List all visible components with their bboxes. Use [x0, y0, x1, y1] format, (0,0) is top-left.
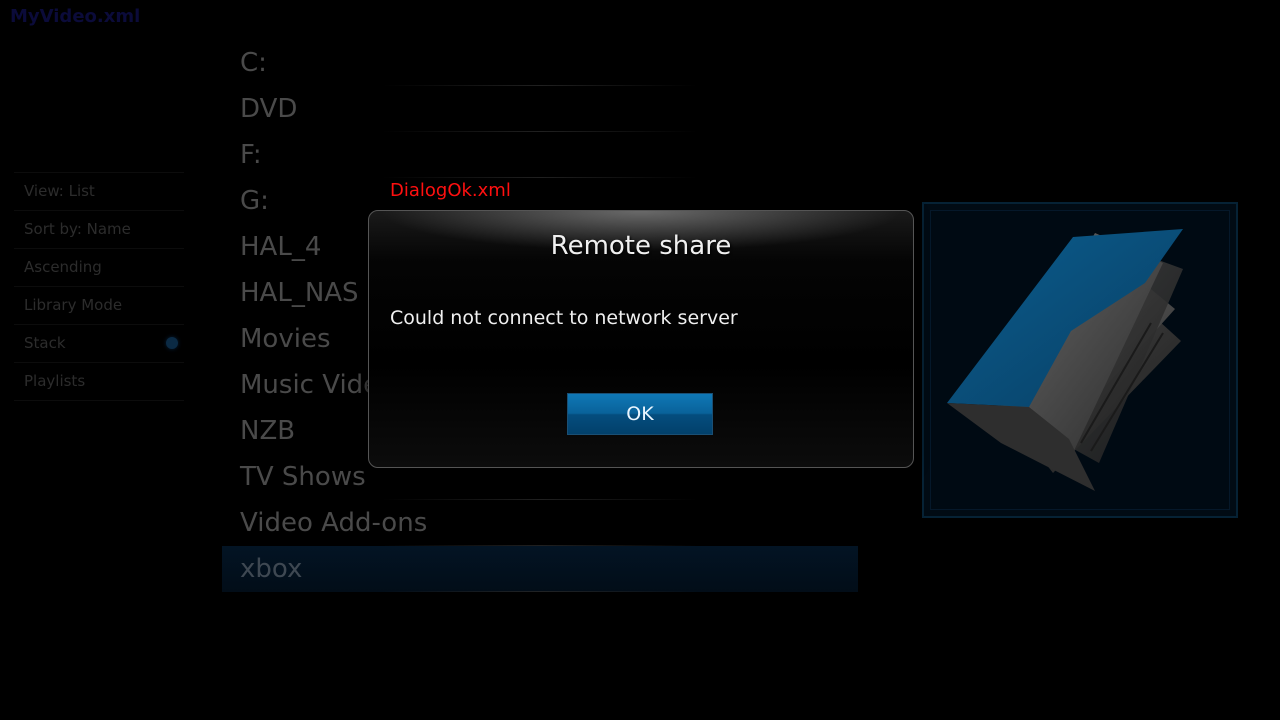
option-playlists[interactable]: Playlists	[14, 363, 184, 401]
list-item[interactable]: C:	[222, 40, 858, 86]
list-item[interactable]: F:	[222, 132, 858, 178]
dialog-ok: Remote share Could not connect to networ…	[368, 210, 914, 468]
option-sort-order[interactable]: Ascending	[14, 249, 184, 287]
thumbnail-frame	[922, 202, 1238, 518]
option-library-mode[interactable]: Library Mode	[14, 287, 184, 325]
dialog-xml-label: DialogOk.xml	[390, 180, 511, 201]
list-item-selected[interactable]: xbox	[222, 546, 858, 592]
dialog-title: Remote share	[550, 231, 732, 261]
stack-toggle-icon[interactable]	[166, 337, 178, 349]
options-menu: View: List Sort by: Name Ascending Libra…	[14, 172, 184, 401]
list-item[interactable]: DVD	[222, 86, 858, 132]
list-item[interactable]: Video Add-ons	[222, 500, 858, 546]
option-sort-by[interactable]: Sort by: Name	[14, 211, 184, 249]
option-stack-label: Stack	[24, 334, 66, 352]
window-label: MyVideo.xml	[10, 6, 141, 27]
option-view[interactable]: View: List	[14, 172, 184, 211]
ok-button[interactable]: OK	[567, 393, 713, 435]
thumbnail-inner	[930, 210, 1230, 510]
folder-icon	[947, 229, 1183, 491]
screen: MyVideo.xml View: List Sort by: Name Asc…	[0, 0, 1280, 720]
option-stack[interactable]: Stack	[14, 325, 184, 363]
dialog-message: Could not connect to network server	[390, 307, 738, 329]
